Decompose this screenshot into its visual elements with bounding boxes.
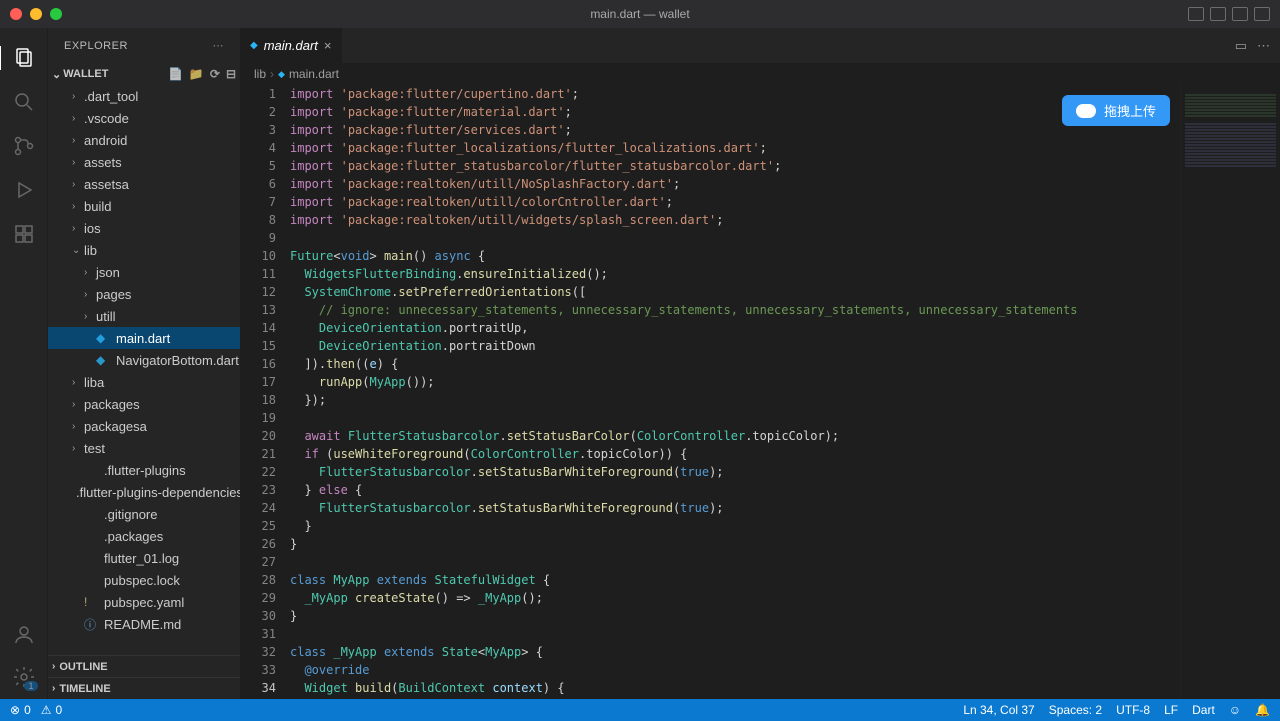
chevron-right-icon: › [270,67,274,81]
maximize-window-button[interactable] [50,8,62,20]
folder-item[interactable]: ›.vscode [48,107,240,129]
chevron-right-icon: › [52,683,55,694]
breadcrumb-part[interactable]: lib [254,67,266,81]
encoding[interactable]: UTF-8 [1116,703,1150,717]
notifications-icon[interactable]: 🔔 [1255,703,1270,717]
tab-label: main.dart [264,38,318,53]
file-item[interactable]: !pubspec.yaml [48,591,240,613]
window-title: main.dart — wallet [590,7,689,21]
explorer-more-icon[interactable]: ⋯ [213,39,225,52]
dart-file-icon: ◆ [278,69,285,80]
folder-item[interactable]: ›test [48,437,240,459]
close-window-button[interactable] [10,8,22,20]
breadcrumb[interactable]: lib › ◆ main.dart [240,63,1280,85]
chevron-right-icon: › [52,661,55,672]
file-item[interactable]: .packages [48,525,240,547]
minimize-window-button[interactable] [30,8,42,20]
code-editor[interactable]: 1234567891011121314151617181920212223242… [240,85,1280,699]
editor-area: ◆ main.dart × ▭ ⋯ lib › ◆ main.dart 1234… [240,28,1280,699]
folder-item[interactable]: ›packages [48,393,240,415]
warning-icon: ⚠ [41,703,52,717]
cursor-position[interactable]: Ln 34, Col 37 [963,703,1034,717]
folder-item[interactable]: ›json [48,261,240,283]
feedback-icon[interactable]: ☺ [1229,703,1241,717]
file-item[interactable]: .gitignore [48,503,240,525]
indentation[interactable]: Spaces: 2 [1049,703,1102,717]
language-mode[interactable]: Dart [1192,703,1215,717]
close-tab-icon[interactable]: × [324,38,332,53]
folder-item[interactable]: ›ios [48,217,240,239]
explorer-tab-icon[interactable] [0,46,47,70]
folder-item[interactable]: ›packagesa [48,415,240,437]
error-icon: ⊗ [10,703,20,717]
search-tab-icon[interactable] [12,90,36,114]
minimap[interactable] [1180,85,1280,699]
code-content[interactable]: import 'package:flutter/cupertino.dart';… [290,85,1280,699]
window-controls [10,8,62,20]
folder-item[interactable]: ›android [48,129,240,151]
outline-section[interactable]: › OUTLINE [48,655,240,677]
timeline-section[interactable]: › TIMELINE [48,677,240,699]
new-folder-icon[interactable]: 📁 [189,67,204,81]
toggle-panel3-icon[interactable] [1232,7,1248,21]
file-item[interactable]: ◆NavigatorBottom.dart [48,349,240,371]
run-debug-tab-icon[interactable] [12,178,36,202]
folder-item[interactable]: ›utill [48,305,240,327]
source-control-tab-icon[interactable] [12,134,36,158]
file-item[interactable]: pubspec.lock [48,569,240,591]
dart-file-icon: ◆ [250,40,258,51]
tab-main-dart[interactable]: ◆ main.dart × [240,28,343,63]
settings-gear-icon[interactable]: 1 [12,665,36,689]
new-file-icon[interactable]: 📄 [168,67,183,81]
editor-tabs: ◆ main.dart × ▭ ⋯ [240,28,1280,63]
file-item[interactable]: flutter_01.log [48,547,240,569]
line-gutter: 1234567891011121314151617181920212223242… [240,85,290,699]
eol[interactable]: LF [1164,703,1178,717]
chevron-down-icon: ⌄ [52,68,61,81]
folder-item[interactable]: ›liba [48,371,240,393]
file-item[interactable]: ◆main.dart [48,327,240,349]
collapse-icon[interactable]: ⊟ [226,67,236,81]
extensions-tab-icon[interactable] [12,222,36,246]
toggle-panel4-icon[interactable] [1254,7,1270,21]
accounts-icon[interactable] [12,623,36,647]
folder-item[interactable]: ⌄lib [48,239,240,261]
errors-indicator[interactable]: ⊗ 0 [10,703,31,717]
layout-controls [1188,7,1270,21]
toggle-panel2-icon[interactable] [1210,7,1226,21]
folder-item[interactable]: ›.dart_tool [48,85,240,107]
folder-item[interactable]: ›pages [48,283,240,305]
file-item[interactable]: .flutter-plugins-dependencies [48,481,240,503]
toggle-panel-icon[interactable] [1188,7,1204,21]
explorer-title: EXPLORER [64,40,128,52]
file-tree: ›.dart_tool›.vscode›android›assets›asset… [48,85,240,655]
more-actions-icon[interactable]: ⋯ [1257,38,1270,54]
file-item[interactable]: .flutter-plugins [48,459,240,481]
cloud-icon [1076,104,1096,118]
activity-bar: 1 [0,28,48,699]
status-bar: ⊗ 0 ⚠ 0 Ln 34, Col 37 Spaces: 2 UTF-8 LF… [0,699,1280,721]
upload-button[interactable]: 拖拽上传 [1062,95,1170,126]
settings-badge: 1 [24,681,37,691]
upload-button-label: 拖拽上传 [1104,101,1156,120]
explorer-sidebar: EXPLORER ⋯ ⌄ WALLET 📄 📁 ⟳ ⊟ ›.dart_tool›… [48,28,240,699]
refresh-icon[interactable]: ⟳ [210,67,220,81]
warnings-indicator[interactable]: ⚠ 0 [41,703,62,717]
explorer-header: EXPLORER ⋯ [48,28,240,63]
folder-header[interactable]: ⌄ WALLET 📄 📁 ⟳ ⊟ [48,63,240,85]
split-editor-icon[interactable]: ▭ [1235,38,1247,54]
title-bar: main.dart — wallet [0,0,1280,28]
file-item[interactable]: ⓘREADME.md [48,613,240,635]
breadcrumb-part[interactable]: main.dart [289,67,339,81]
outline-label: OUTLINE [59,661,107,673]
folder-name: WALLET [63,68,108,80]
folder-item[interactable]: ›assets [48,151,240,173]
folder-item[interactable]: ›assetsa [48,173,240,195]
timeline-label: TIMELINE [59,683,110,695]
folder-item[interactable]: ›build [48,195,240,217]
